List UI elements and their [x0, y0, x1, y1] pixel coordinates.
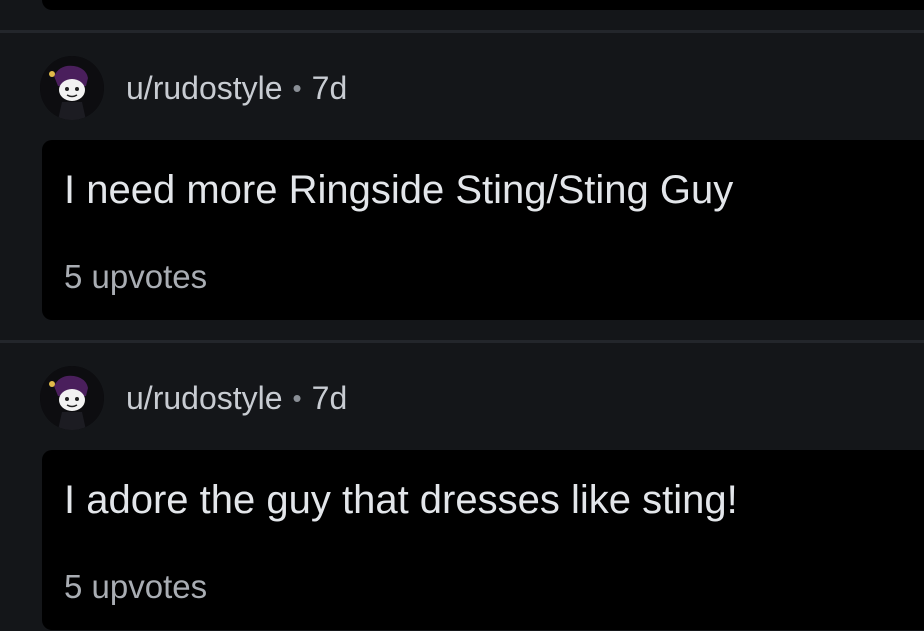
user-avatar-icon[interactable]: [40, 366, 104, 430]
comment-card[interactable]: I need more Ringside Sting/Sting Guy 5 u…: [42, 140, 924, 320]
username-link[interactable]: u/rudostyle: [126, 380, 283, 417]
comment-body: I adore the guy that dresses like sting!: [64, 478, 738, 522]
upvote-count: 5 upvotes: [64, 568, 208, 605]
comment-header: u/rudostyle • 7d: [40, 366, 347, 430]
previous-comment-card: [42, 0, 924, 10]
comment-card[interactable]: I adore the guy that dresses like sting!…: [42, 450, 924, 630]
meta-separator: •: [292, 382, 302, 413]
comment-header: u/rudostyle • 7d: [40, 56, 347, 120]
comment-body: I need more Ringside Sting/Sting Guy: [64, 168, 734, 212]
upvote-count: 5 upvotes: [64, 258, 208, 295]
comment-divider: [0, 340, 924, 343]
meta-separator: •: [292, 72, 302, 103]
user-avatar-icon[interactable]: [40, 56, 104, 120]
username-link[interactable]: u/rudostyle: [126, 70, 283, 107]
comment-age: 7d: [311, 69, 348, 106]
comment-age: 7d: [311, 379, 348, 416]
comment-divider: [0, 30, 924, 33]
